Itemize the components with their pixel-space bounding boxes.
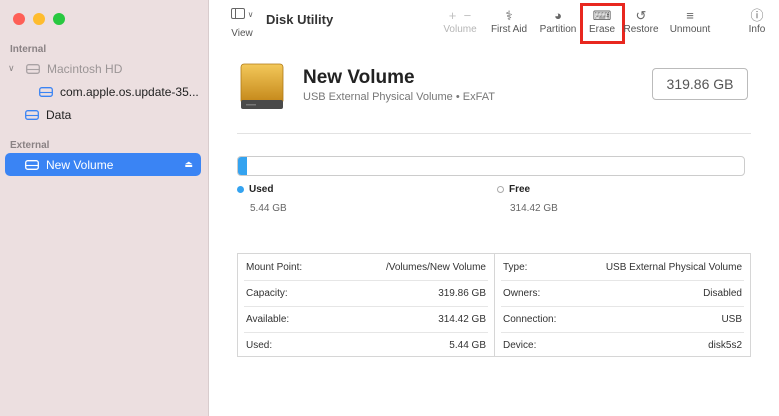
volume-name: New Volume <box>303 67 415 88</box>
minimize-button[interactable] <box>33 13 45 25</box>
info-icon: ⓘ <box>750 8 764 23</box>
sidebar-item-label: com.apple.os.update-35... <box>60 84 199 99</box>
window-controls <box>13 13 65 25</box>
partition-button[interactable]: ◕ Partition <box>537 7 579 35</box>
sidebar-item-data[interactable]: Data <box>5 103 201 126</box>
zoom-button[interactable] <box>53 13 65 25</box>
sidebar-item-macintosh-hd[interactable]: ∨ Macintosh HD <box>5 57 201 80</box>
used-dot-icon <box>237 186 244 193</box>
info-row-connection: Connection: USB <box>503 313 742 325</box>
section-external: External <box>10 140 50 151</box>
info-row-available: Available: 314.42 GB <box>246 313 486 325</box>
sidebar-toggle-icon <box>230 8 245 19</box>
info-row-mount-point: Mount Point:/Volumes/New Volume <box>246 261 486 273</box>
chevron-down-icon: ∨ <box>247 10 254 19</box>
chevron-down-icon[interactable]: ∨ <box>8 63 20 74</box>
legend-used: Used 5.44 GB <box>237 184 287 214</box>
restore-arrow-icon: ↺ <box>635 8 647 23</box>
restore-button[interactable]: ↺ Restore <box>623 7 659 35</box>
disk-icon <box>26 63 40 74</box>
plus-minus-icon: + − <box>448 8 472 23</box>
volume-size-badge: 319.86 GB <box>652 68 748 100</box>
stethoscope-icon: ⚕ <box>505 8 513 23</box>
info-column-left: Mount Point:/Volumes/New Volume Capacity… <box>238 254 495 356</box>
sidebar-item-new-volume[interactable]: New Volume ⏏ <box>5 153 201 176</box>
erase-highlight-box <box>580 3 625 44</box>
external-drive-icon <box>240 63 284 109</box>
external-disk-icon <box>25 159 39 170</box>
sidebar-item-update-volume[interactable]: com.apple.os.update-35... <box>5 80 201 103</box>
info-button[interactable]: ⓘ Info <box>745 7 769 35</box>
sidebar-item-label: New Volume <box>46 157 114 172</box>
info-table: Mount Point:/Volumes/New Volume Capacity… <box>237 253 751 357</box>
usage-bar <box>237 156 745 176</box>
disk-utility-window: Internal ∨ Macintosh HD com.apple.os.upd… <box>0 0 779 416</box>
toolbar: ∨ View Disk Utility + − Volume ⚕ First A… <box>209 0 779 44</box>
volume-icon <box>39 86 53 97</box>
usage-bar-used <box>238 157 247 175</box>
main-pane: ∨ View Disk Utility + − Volume ⚕ First A… <box>209 0 779 416</box>
first-aid-button[interactable]: ⚕ First Aid <box>490 7 528 35</box>
close-button[interactable] <box>13 13 25 25</box>
unmount-icon: ≡ <box>686 8 694 23</box>
pie-chart-icon: ◕ <box>554 8 562 23</box>
section-internal: Internal <box>10 44 47 55</box>
info-row-owners: Owners: Disabled <box>503 287 742 299</box>
unmount-button[interactable]: ≡ Unmount <box>668 7 712 35</box>
volume-icon <box>25 109 39 120</box>
view-button[interactable]: ∨ View <box>227 8 257 39</box>
info-row-capacity: Capacity: 319.86 GB <box>246 287 486 299</box>
sidebar-item-label: Data <box>46 107 72 122</box>
window-title: Disk Utility <box>266 12 334 27</box>
info-row-type: Type: USB External Physical Volume <box>503 261 742 273</box>
legend-free: Free 314.42 GB <box>497 184 558 214</box>
volume-subtitle: USB External Physical Volume • ExFAT <box>303 91 495 103</box>
info-column-right: Type: USB External Physical Volume Owners… <box>495 254 750 356</box>
volume-button[interactable]: + − Volume <box>442 7 478 35</box>
info-row-used: Used: 5.44 GB <box>246 339 486 351</box>
sidebar: Internal ∨ Macintosh HD com.apple.os.upd… <box>0 0 209 416</box>
eject-icon[interactable]: ⏏ <box>184 159 193 170</box>
info-row-device: Device: disk5s2 <box>503 339 742 351</box>
divider <box>237 133 751 134</box>
free-dot-icon <box>497 186 504 193</box>
sidebar-item-label: Macintosh HD <box>47 61 123 76</box>
